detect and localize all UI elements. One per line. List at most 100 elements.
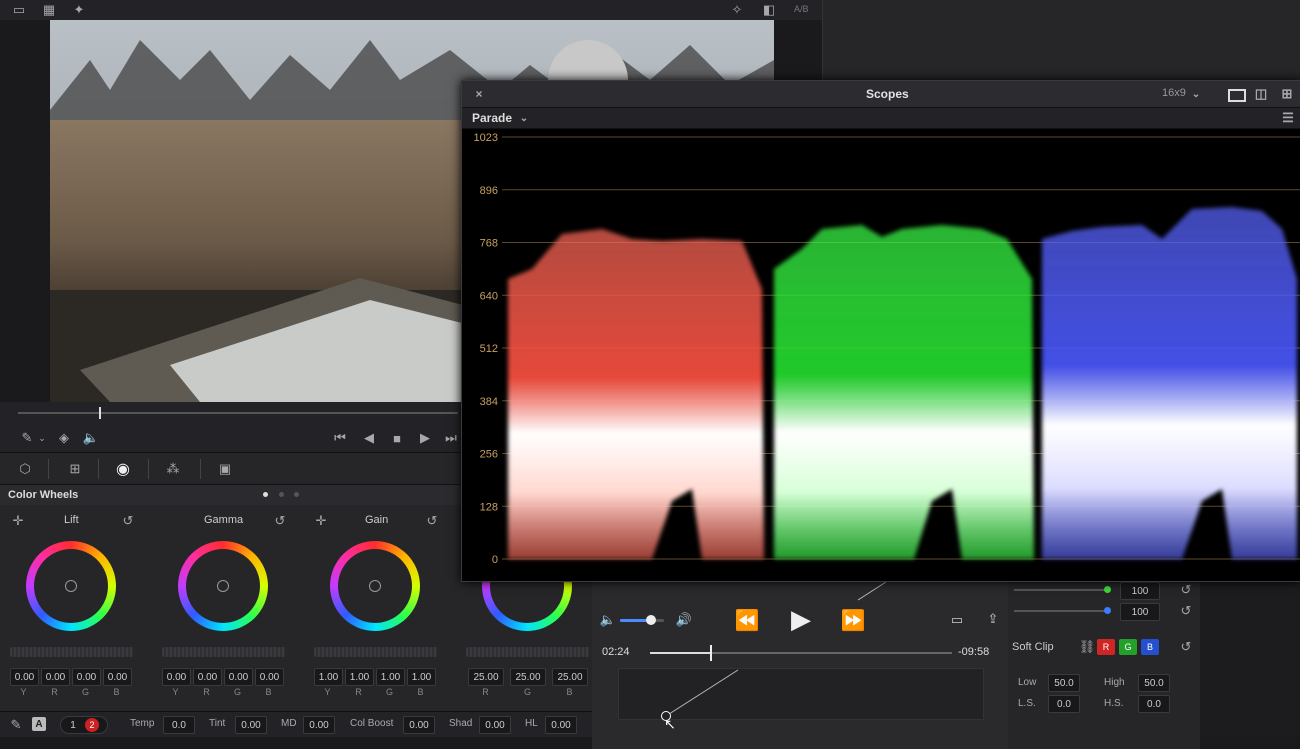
timeline-scrubber-track[interactable] — [18, 412, 458, 414]
scope-mode-select[interactable]: Parade — [472, 111, 512, 125]
green-slider-handle[interactable] — [1104, 586, 1111, 593]
low-field[interactable]: 50.0 — [1048, 674, 1080, 692]
play-button-icon[interactable]: ▶ — [786, 604, 816, 634]
page-dot[interactable] — [294, 492, 299, 497]
remaining-time: -09:58 — [958, 646, 990, 658]
rgb-mixer-icon[interactable]: ▣ — [214, 460, 236, 478]
gain-b-field[interactable]: 1.00 — [407, 668, 436, 686]
curves-side-panel: 100 ↺ 100 ↺ Soft Clip ⛓ R G B ↺ Low 50.0… — [1000, 580, 1200, 749]
chevron-down-icon[interactable]: ⌄ — [36, 430, 48, 446]
red-channel-button[interactable]: R — [1097, 639, 1115, 655]
hl-field[interactable]: 0.00 — [545, 716, 577, 734]
gamma-r-field[interactable]: 0.00 — [193, 668, 222, 686]
offset-r-field[interactable]: 25.00 — [468, 668, 504, 686]
player-progress-track[interactable] — [650, 652, 952, 654]
channel-label: R — [355, 687, 362, 697]
auto-color-button[interactable]: A — [32, 717, 46, 731]
timeline-playhead[interactable] — [99, 407, 101, 419]
share-icon[interactable]: ⇪ — [984, 610, 1002, 628]
color-wheels-tab-icon[interactable]: ◉ — [112, 458, 134, 480]
close-icon[interactable]: × — [472, 86, 486, 102]
offset-b-field[interactable]: 25.00 — [552, 668, 588, 686]
hdr-wheels-icon[interactable]: ⁂ — [162, 460, 184, 478]
gain-r-field[interactable]: 1.00 — [345, 668, 374, 686]
stop-icon[interactable]: ■ — [388, 430, 406, 446]
offset-g-field[interactable]: 25.00 — [510, 668, 546, 686]
ls-field[interactable]: 0.0 — [1048, 695, 1080, 713]
md-field[interactable]: 0.00 — [303, 716, 335, 734]
page-2-button[interactable]: 2 — [85, 718, 99, 732]
blue-slider-handle[interactable] — [1104, 607, 1111, 614]
green-channel-button[interactable]: G — [1119, 639, 1137, 655]
volume-knob[interactable] — [645, 615, 656, 625]
channel-label: R — [482, 687, 489, 697]
fast-forward-icon[interactable]: ⏭ — [442, 430, 460, 446]
fast-forward-icon[interactable]: ⏩ — [838, 608, 868, 632]
page-dot[interactable] — [279, 492, 284, 497]
color-match-icon[interactable]: ⊞ — [64, 460, 86, 478]
primaries-bottom-bar: ✎ A 1 2 Temp 0.0 Tint 0.00 MD 0.00 Col B… — [0, 711, 600, 738]
volume-slider[interactable] — [620, 619, 664, 622]
value-field-2[interactable]: 100 — [1120, 603, 1160, 621]
lift-r-field[interactable]: 0.00 — [41, 668, 70, 686]
gamma-b-field[interactable]: 0.00 — [255, 668, 284, 686]
lift-b-field[interactable]: 0.00 — [103, 668, 132, 686]
page-dot-active[interactable] — [263, 492, 268, 497]
gamma-y-field[interactable]: 0.00 — [162, 668, 191, 686]
page-1-button[interactable]: 1 — [64, 717, 82, 733]
reset-icon[interactable]: ↺ — [1178, 603, 1194, 619]
layers-icon[interactable]: ◈ — [55, 430, 73, 446]
dual-scope-layout-icon[interactable]: ◫ — [1252, 86, 1270, 102]
airplay-icon[interactable]: ▭ — [948, 611, 966, 629]
blue-channel-button[interactable]: B — [1141, 639, 1159, 655]
layout-single-icon[interactable]: ▭ — [10, 2, 28, 18]
gamma-wheel-handle[interactable] — [217, 580, 229, 592]
channel-label: R — [203, 687, 210, 697]
scopes-window: × Scopes 16x9 ⌄ ◫ ⊞ Parade ⌄ ☰ 1023 896 … — [461, 80, 1300, 582]
chevron-down-icon[interactable]: ⌄ — [1190, 86, 1202, 102]
slider-track[interactable] — [1014, 589, 1106, 591]
value-field-1[interactable]: 100 — [1120, 582, 1160, 600]
auto-balance-icon[interactable]: ✎ — [8, 717, 24, 733]
reset-icon[interactable]: ↺ — [1178, 582, 1194, 598]
link-icon[interactable]: ⛓ — [1079, 639, 1096, 655]
volume-low-icon[interactable]: 🔈 — [600, 612, 616, 628]
player-progress-handle[interactable] — [710, 645, 713, 661]
reset-icon[interactable]: ↺ — [1178, 639, 1194, 655]
skip-to-start-icon[interactable]: ⏮ — [330, 430, 350, 446]
play-icon[interactable]: ▶ — [416, 430, 434, 446]
temp-field[interactable]: 0.0 — [163, 716, 195, 734]
lift-g-field[interactable]: 0.00 — [72, 668, 101, 686]
tint-field[interactable]: 0.00 — [235, 716, 267, 734]
shad-field[interactable]: 0.00 — [479, 716, 511, 734]
lift-y-field[interactable]: 0.00 — [10, 668, 39, 686]
quad-scope-layout-icon[interactable]: ⊞ — [1278, 86, 1296, 102]
speaker-icon[interactable]: 🔈 — [82, 430, 100, 446]
high-label: High — [1104, 677, 1125, 688]
magic-wand-icon[interactable]: ✦ — [70, 2, 88, 18]
sparkle-icon[interactable]: ✧ — [728, 2, 746, 18]
col-boost-field[interactable]: 0.00 — [403, 716, 435, 734]
step-back-icon[interactable]: ◀ — [360, 430, 378, 446]
gain-g-field[interactable]: 1.00 — [376, 668, 405, 686]
scale-label: 128 — [480, 501, 498, 513]
camera-raw-icon[interactable]: ⬡ — [14, 460, 36, 478]
camera-icon[interactable]: ◧ — [760, 2, 778, 18]
gain-wheel-handle[interactable] — [369, 580, 381, 592]
gamma-g-field[interactable]: 0.00 — [224, 668, 253, 686]
slider-track[interactable] — [1014, 610, 1106, 612]
scope-settings-icon[interactable]: ☰ — [1280, 110, 1296, 126]
high-field[interactable]: 50.0 — [1138, 674, 1170, 692]
rewind-icon[interactable]: ⏪ — [732, 608, 762, 632]
chevron-down-icon[interactable]: ⌄ — [518, 110, 530, 126]
layout-grid-icon[interactable]: ▦ — [40, 2, 58, 18]
lift-wheel-handle[interactable] — [65, 580, 77, 592]
ab-toggle[interactable]: A/B — [794, 4, 809, 14]
volume-high-icon[interactable]: 🔊 — [674, 612, 694, 628]
aspect-select[interactable]: 16x9 — [1162, 87, 1186, 99]
single-scope-layout-icon[interactable] — [1228, 89, 1246, 102]
gain-y-field[interactable]: 1.00 — [314, 668, 343, 686]
hs-field[interactable]: 0.0 — [1138, 695, 1170, 713]
eyedropper-icon[interactable]: ✎ — [18, 430, 36, 446]
channel-label: Y — [324, 687, 331, 697]
